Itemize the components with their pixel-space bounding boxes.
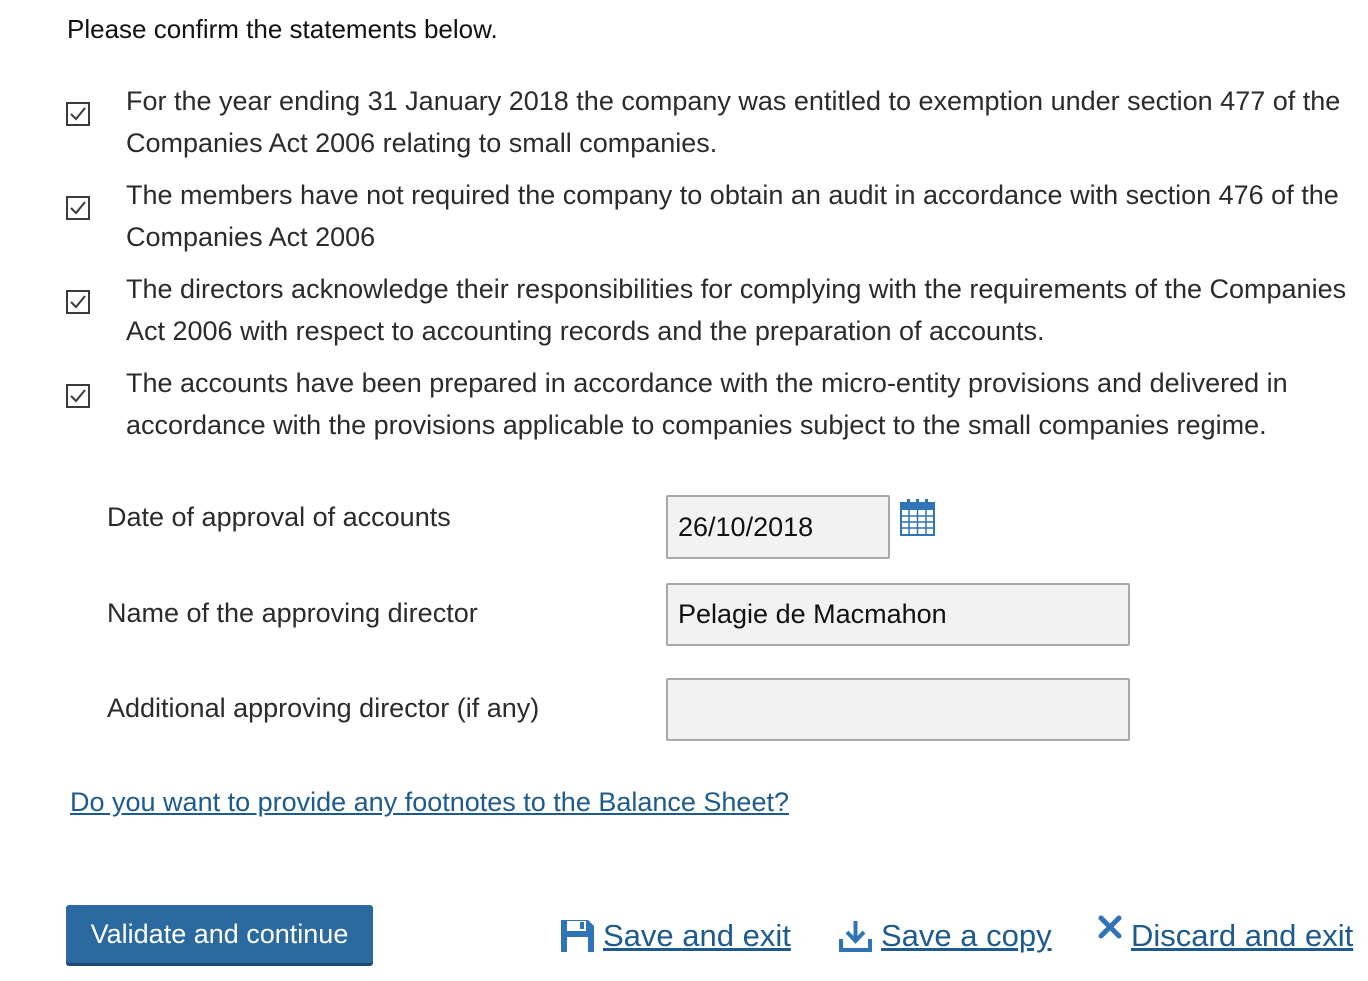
statement-3-text: The directors acknowledge their responsi… (126, 274, 1347, 346)
statement-1-text: For the year ending 31 January 2018 the … (126, 86, 1341, 158)
close-icon (1097, 914, 1123, 940)
download-icon (838, 919, 873, 953)
checkmark-icon (70, 389, 86, 403)
approving-director-label: Name of the approving director (107, 598, 478, 628)
statement-2-checkbox[interactable] (66, 196, 90, 220)
date-approval-input[interactable] (666, 495, 890, 559)
discard-exit-button[interactable]: Discard and exit (1097, 912, 1353, 960)
statement-2-text: The members have not required the compan… (126, 180, 1339, 252)
footnotes-link[interactable]: Do you want to provide any footnotes to … (70, 787, 789, 818)
statement-3-checkbox[interactable] (66, 290, 90, 314)
statement-1-checkbox[interactable] (66, 102, 90, 126)
save-exit-label: Save and exit (603, 918, 791, 953)
validate-continue-button[interactable]: Validate and continue (66, 905, 373, 963)
floppy-disk-icon (560, 919, 595, 953)
additional-director-label: Additional approving director (if any) (107, 693, 540, 723)
statement-4-text: The accounts have been prepared in accor… (126, 368, 1288, 440)
checkmark-icon (70, 201, 86, 215)
additional-director-input[interactable] (666, 678, 1130, 741)
approving-director-input[interactable] (666, 583, 1130, 646)
calendar-icon[interactable] (900, 498, 935, 536)
intro-text: Please confirm the statements below. (67, 14, 498, 44)
save-exit-button[interactable]: Save and exit (560, 912, 791, 960)
checkmark-icon (70, 107, 86, 121)
save-copy-button[interactable]: Save a copy (838, 912, 1052, 960)
statement-4-checkbox[interactable] (66, 384, 90, 408)
checkmark-icon (70, 295, 86, 309)
discard-exit-label: Discard and exit (1131, 918, 1354, 953)
date-approval-label: Date of approval of accounts (107, 502, 451, 532)
save-copy-label: Save a copy (881, 918, 1052, 953)
